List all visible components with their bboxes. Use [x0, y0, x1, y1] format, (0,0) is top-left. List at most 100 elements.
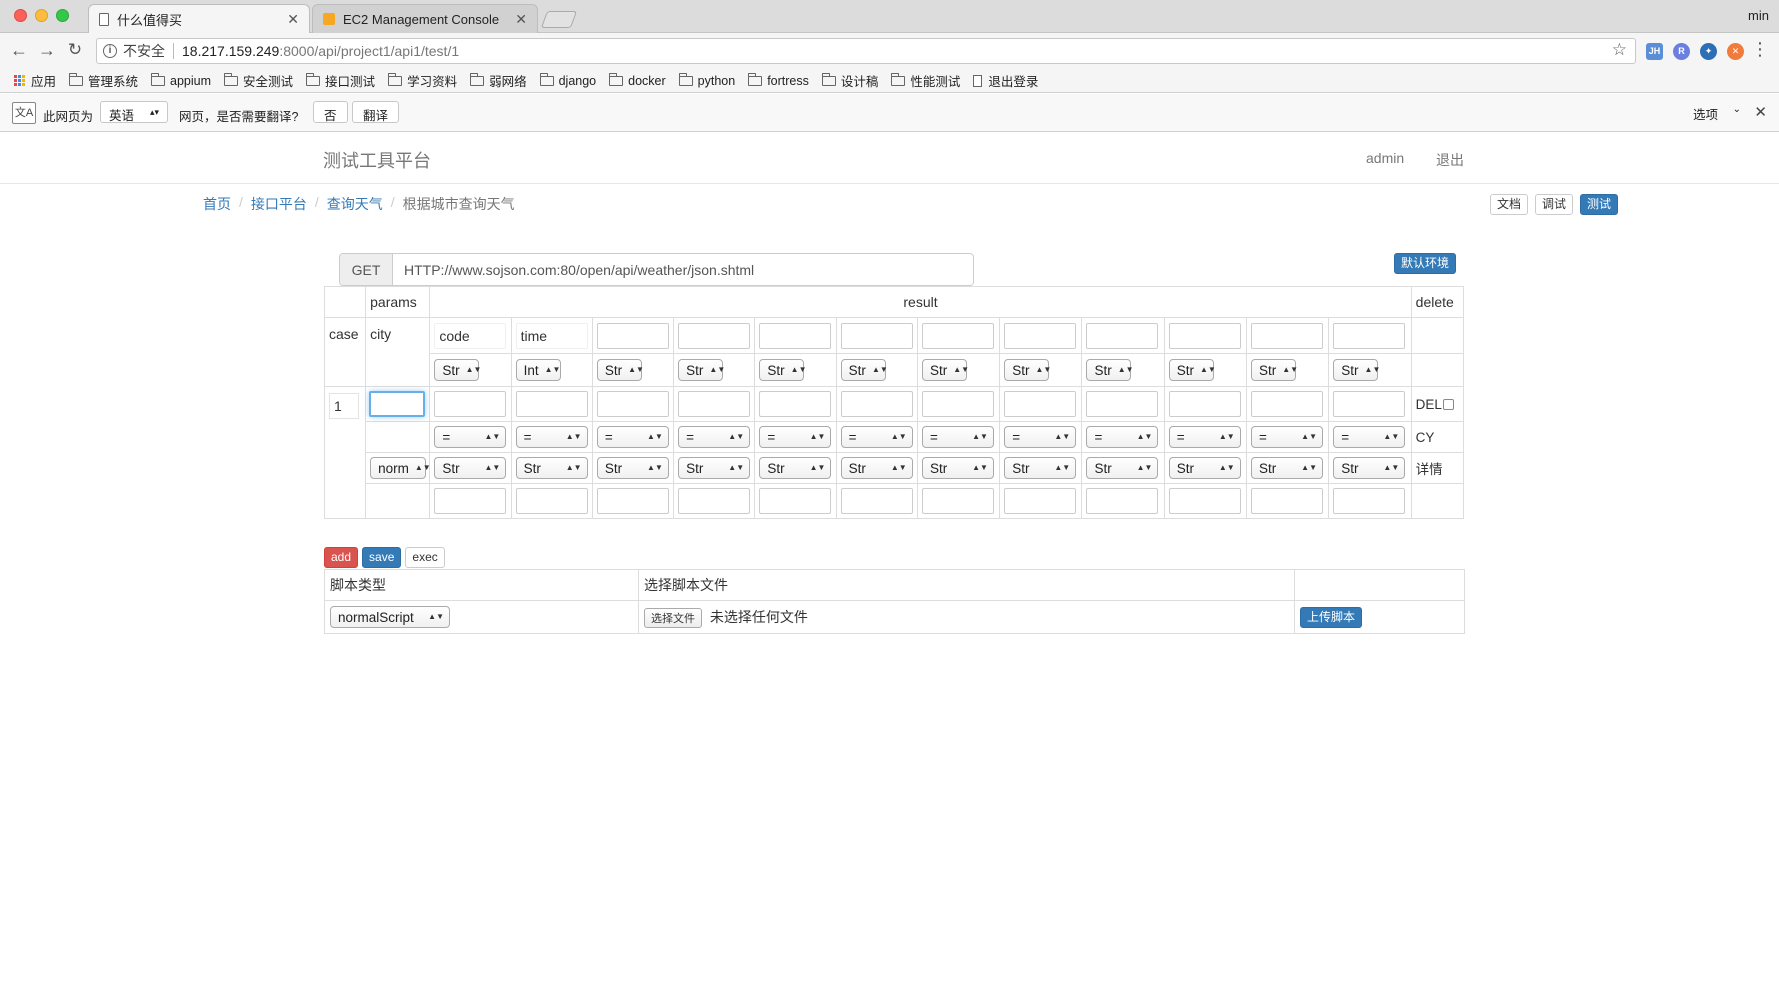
value-type-select[interactable]: Str ▲▼: [434, 457, 507, 479]
extension-globe-icon[interactable]: ✦: [1700, 43, 1717, 60]
breadcrumb-weather[interactable]: 查询天气: [327, 194, 383, 214]
expected-input[interactable]: [1168, 391, 1241, 417]
type-select[interactable]: Str ▲▼: [921, 359, 969, 381]
nav-user[interactable]: admin: [1366, 150, 1404, 166]
bookmark-folder[interactable]: 管理系统: [69, 71, 138, 90]
new-tab-button[interactable]: [540, 11, 578, 28]
expected-input[interactable]: [759, 391, 832, 417]
no-translate-button[interactable]: 否: [313, 101, 348, 123]
value-type-select[interactable]: Str ▲▼: [840, 457, 913, 479]
type-select[interactable]: Str ▲▼: [596, 359, 644, 381]
language-select[interactable]: 英语 ▴▾: [100, 101, 168, 123]
operator-select[interactable]: = ▲▼: [1168, 426, 1241, 448]
operator-select[interactable]: = ▲▼: [1086, 426, 1159, 448]
value-type-select[interactable]: Str ▲▼: [921, 457, 994, 479]
bookmark-folder[interactable]: django: [539, 72, 596, 88]
info-icon[interactable]: i: [103, 44, 117, 58]
actual-input[interactable]: [678, 488, 751, 514]
test-button[interactable]: 测试: [1580, 194, 1619, 215]
expected-input[interactable]: [515, 391, 588, 417]
type-select[interactable]: Str ▲▼: [840, 359, 888, 381]
save-button[interactable]: save: [362, 547, 402, 568]
result-field-input[interactable]: [1251, 322, 1323, 349]
actual-input[interactable]: [515, 488, 588, 514]
value-type-select[interactable]: Str ▲▼: [596, 457, 669, 479]
actual-input[interactable]: [434, 488, 507, 514]
operator-select[interactable]: = ▲▼: [1004, 426, 1077, 448]
result-field-input[interactable]: [759, 322, 832, 349]
operator-select[interactable]: = ▲▼: [759, 426, 832, 448]
bookmark-folder[interactable]: 安全测试: [224, 71, 293, 90]
param-value-input[interactable]: [369, 391, 426, 417]
detail-link[interactable]: 详情: [1410, 452, 1465, 484]
value-type-select[interactable]: Str ▲▼: [759, 457, 832, 479]
browser-tab-ec2[interactable]: EC2 Management Console ✕: [312, 4, 538, 33]
bookmark-folder[interactable]: 学习资料: [388, 71, 457, 90]
back-icon[interactable]: ←: [8, 40, 30, 61]
value-type-select[interactable]: Str ▲▼: [1333, 457, 1406, 479]
result-field-input[interactable]: [596, 322, 669, 349]
nav-logout[interactable]: 退出: [1436, 150, 1464, 170]
doc-button[interactable]: 文档: [1490, 194, 1529, 215]
actual-input[interactable]: [759, 488, 832, 514]
bookmark-page[interactable]: 退出登录: [973, 71, 1038, 90]
tab-close-icon[interactable]: ✕: [287, 11, 299, 28]
type-select[interactable]: Str ▲▼: [1168, 359, 1216, 381]
minimize-window-button[interactable]: [35, 9, 48, 22]
type-select[interactable]: Str ▲▼: [678, 359, 725, 381]
expected-input[interactable]: [1004, 391, 1077, 417]
browser-tab-active[interactable]: 什么值得买 ✕: [88, 4, 310, 33]
operator-select[interactable]: = ▲▼: [596, 426, 669, 448]
bookmark-folder[interactable]: docker: [609, 72, 666, 88]
result-field-input[interactable]: [921, 322, 994, 349]
operator-select[interactable]: = ▲▼: [678, 426, 751, 448]
actual-input[interactable]: [921, 488, 994, 514]
value-type-select[interactable]: Str ▲▼: [515, 457, 588, 479]
expected-input[interactable]: [596, 391, 669, 417]
type-select[interactable]: Str ▲▼: [1086, 359, 1134, 381]
brand-title[interactable]: 测试工具平台: [323, 147, 431, 173]
value-type-select[interactable]: Str ▲▼: [1168, 457, 1241, 479]
value-type-select[interactable]: Str ▲▼: [1004, 457, 1077, 479]
profile-name[interactable]: min: [1748, 8, 1769, 23]
operator-select[interactable]: = ▲▼: [515, 426, 588, 448]
result-field-input[interactable]: [434, 322, 507, 349]
type-select[interactable]: Str ▲▼: [1251, 359, 1298, 381]
actual-input[interactable]: [1333, 488, 1406, 514]
actual-input[interactable]: [1086, 488, 1159, 514]
actual-input[interactable]: [840, 488, 913, 514]
operator-select[interactable]: = ▲▼: [434, 426, 507, 448]
bookmark-folder[interactable]: 弱网络: [470, 71, 527, 90]
param-type-select[interactable]: norm ▲▼: [370, 457, 431, 479]
operator-select[interactable]: = ▲▼: [1333, 426, 1406, 448]
browser-menu-icon[interactable]: ⋮: [1751, 39, 1769, 60]
expected-input[interactable]: [434, 391, 507, 417]
default-env-button[interactable]: 默认环境: [1394, 253, 1457, 274]
value-type-select[interactable]: Str ▲▼: [1251, 457, 1323, 479]
type-select[interactable]: Str ▲▼: [1004, 359, 1051, 381]
type-select[interactable]: Str ▲▼: [434, 359, 481, 381]
result-field-input[interactable]: [678, 322, 751, 349]
type-select[interactable]: Str ▲▼: [759, 359, 807, 381]
bookmark-apps[interactable]: 应用: [14, 71, 56, 90]
result-field-input[interactable]: [515, 322, 588, 349]
result-field-input[interactable]: [1004, 322, 1077, 349]
expected-input[interactable]: [921, 391, 994, 417]
actual-input[interactable]: [1004, 488, 1077, 514]
expected-input[interactable]: [678, 391, 751, 417]
del-checkbox[interactable]: [1442, 399, 1454, 411]
translate-close-icon[interactable]: ✕: [1754, 103, 1767, 121]
script-type-select[interactable]: normalScript ▲▼: [330, 606, 450, 628]
type-select[interactable]: Int ▲▼: [515, 359, 561, 381]
result-field-input[interactable]: [840, 322, 913, 349]
bookmark-folder[interactable]: 设计稿: [821, 71, 878, 90]
result-field-input[interactable]: [1168, 322, 1241, 349]
actual-input[interactable]: [1168, 488, 1241, 514]
actual-input[interactable]: [596, 488, 669, 514]
operator-select[interactable]: = ▲▼: [921, 426, 994, 448]
actual-input[interactable]: [1251, 488, 1323, 514]
extension-jh-icon[interactable]: JH: [1646, 43, 1663, 60]
translate-options-select[interactable]: 选项 ⌄: [1685, 101, 1749, 123]
add-button[interactable]: add: [324, 547, 359, 568]
tab-close-icon[interactable]: ✕: [515, 11, 527, 28]
